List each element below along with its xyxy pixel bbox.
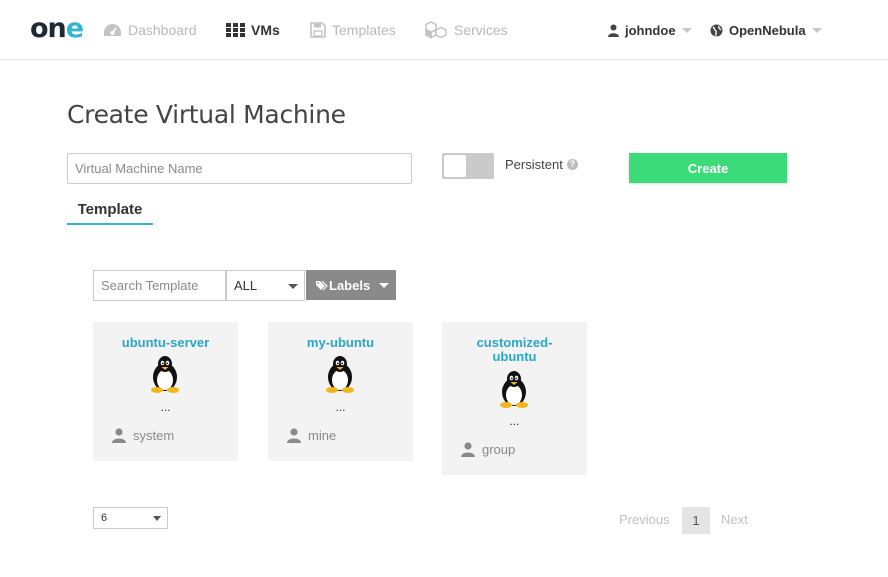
chevron-down-icon <box>379 282 390 288</box>
scope-select-value: ALL <box>234 278 258 293</box>
nav-templates[interactable]: Templates <box>310 18 396 42</box>
persistent-label-group: Persistent ? <box>505 157 578 172</box>
zone-menu[interactable]: OpenNebula <box>710 18 822 42</box>
template-name: ubuntu-server <box>121 335 210 350</box>
template-owner-label: mine <box>308 428 337 443</box>
user-menu-label: johndoe <box>625 22 676 38</box>
template-card-customized-ubuntu[interactable]: customized-ubuntu ... group <box>442 322 587 475</box>
template-description: ... <box>335 400 346 414</box>
globe-icon <box>710 24 723 36</box>
scope-select[interactable]: ALL <box>226 270 305 301</box>
floppy-disk-icon <box>310 22 326 38</box>
template-owner-label: system <box>133 428 175 443</box>
dashboard-gauge-icon <box>104 23 121 36</box>
pagination-previous[interactable]: Previous <box>619 512 670 527</box>
nav-dashboard-label: Dashboard <box>128 22 197 38</box>
question-circle-icon[interactable]: ? <box>566 159 578 170</box>
pagination-next[interactable]: Next <box>721 512 748 527</box>
chevron-down-icon <box>288 284 298 289</box>
template-description: ... <box>160 400 171 414</box>
chevron-down-icon <box>811 27 822 33</box>
tags-icon <box>316 280 328 290</box>
zone-menu-label: OpenNebula <box>729 22 806 38</box>
labels-button-label: Labels <box>329 277 371 293</box>
nav-services-label: Services <box>454 22 508 38</box>
page-size-value: 6 <box>101 512 108 524</box>
chevron-down-icon <box>681 27 692 33</box>
pagination-page-1[interactable]: 1 <box>682 507 710 534</box>
template-owner: mine <box>287 428 336 443</box>
user-icon <box>287 428 301 443</box>
template-card-ubuntu-server[interactable]: ubuntu-server ... system <box>93 322 238 461</box>
page-size-select[interactable]: 6 <box>93 507 168 529</box>
create-button[interactable]: Create <box>629 153 787 183</box>
template-owner: group <box>461 442 515 457</box>
logo-text-b: e <box>65 13 84 44</box>
linux-tux-icon <box>500 371 528 408</box>
nav-services[interactable]: Services <box>424 18 508 42</box>
persistent-label: Persistent <box>505 157 563 172</box>
nav-templates-label: Templates <box>332 22 396 38</box>
template-card-my-ubuntu[interactable]: my-ubuntu ... mine <box>268 322 413 461</box>
template-owner-label: group <box>482 442 516 457</box>
vms-grid-icon <box>226 23 245 37</box>
template-description: ... <box>509 414 520 428</box>
persistent-toggle[interactable] <box>442 153 494 179</box>
nav-vms-label: VMs <box>251 22 280 38</box>
tab-template[interactable]: Template <box>67 199 153 225</box>
top-navbar: one Dashboard VMs Templates Services joh… <box>0 0 888 60</box>
toggle-knob <box>444 155 466 177</box>
user-icon <box>608 24 619 37</box>
linux-tux-icon <box>151 356 179 393</box>
template-owner: system <box>112 428 174 443</box>
vm-name-input[interactable] <box>67 153 412 184</box>
opennebula-logo[interactable]: one <box>30 13 84 44</box>
user-menu[interactable]: johndoe <box>608 18 692 42</box>
user-icon <box>461 442 475 457</box>
chevron-down-icon <box>153 516 161 521</box>
search-template-input[interactable] <box>93 270 226 301</box>
cubes-icon <box>425 21 447 39</box>
page-title: Create Virtual Machine <box>67 100 346 129</box>
template-name: customized-ubuntu <box>476 335 553 364</box>
template-name: my-ubuntu <box>306 335 375 350</box>
logo-text-a: on <box>30 13 67 44</box>
nav-dashboard[interactable]: Dashboard <box>103 18 197 42</box>
linux-tux-icon <box>326 356 354 393</box>
nav-vms[interactable]: VMs <box>226 18 280 42</box>
labels-dropdown-button[interactable]: Labels <box>306 270 396 300</box>
user-icon <box>112 428 126 443</box>
